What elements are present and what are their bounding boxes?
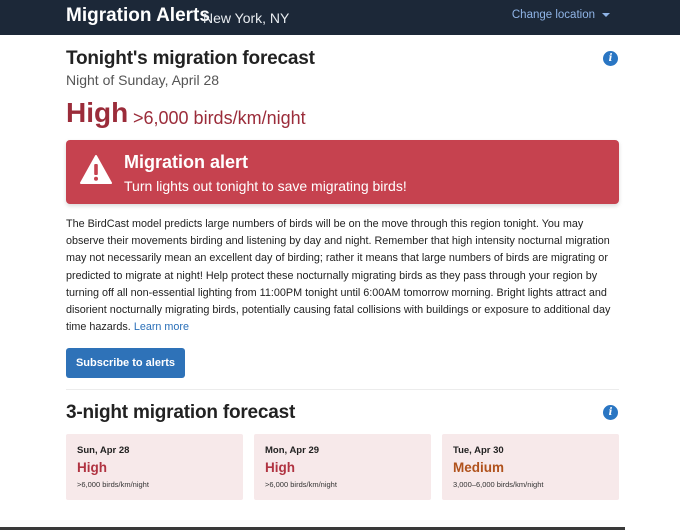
description-text: The BirdCast model predicts large number… (66, 218, 611, 334)
forecast-date: Night of Sunday, April 28 (66, 72, 220, 88)
forecast-card: Sun, Apr 28 High >6,000 birds/km/night (66, 434, 243, 500)
migration-alert-banner: Migration alert Turn lights out tonight … (66, 140, 619, 204)
card-day: Sun, Apr 28 (77, 445, 130, 456)
alert-message: Turn lights out tonight to save migratin… (124, 178, 407, 194)
top-navbar: Migration Alerts New York, NY Change loc… (0, 0, 680, 35)
current-region: New York, NY (203, 10, 290, 26)
forecast-card: Tue, Apr 30 Medium 3,000–6,000 birds/km/… (442, 434, 619, 500)
card-level: High (77, 460, 107, 475)
change-location-dropdown[interactable]: Change location (512, 9, 610, 21)
alert-title: Migration alert (124, 152, 249, 172)
card-range: >6,000 birds/km/night (265, 480, 337, 489)
card-level: High (265, 460, 295, 475)
three-night-forecast-title: 3-night migration forecast (66, 402, 296, 423)
chevron-down-icon (602, 13, 610, 17)
tonight-forecast-title: Tonight's migration forecast (66, 48, 315, 69)
info-icon[interactable]: i (603, 51, 618, 66)
card-day: Mon, Apr 29 (265, 445, 320, 456)
forecast-level: High (66, 97, 129, 128)
section-divider (66, 389, 619, 390)
forecast-description: The BirdCast model predicts large number… (66, 216, 619, 336)
info-icon[interactable]: i (603, 405, 618, 420)
card-range: 3,000–6,000 birds/km/night (453, 480, 544, 489)
warning-triangle-icon (80, 155, 112, 184)
card-range: >6,000 birds/km/night (77, 480, 149, 489)
card-level: Medium (453, 460, 505, 475)
forecast-card: Mon, Apr 29 High >6,000 birds/km/night (254, 434, 431, 500)
subscribe-button[interactable]: Subscribe to alerts (66, 348, 185, 378)
change-location-label: Change location (511, 9, 595, 21)
card-day: Tue, Apr 30 (453, 445, 504, 456)
app-brand[interactable]: Migration Alerts (66, 5, 210, 27)
forecast-range: >6,000 birds/km/night (133, 108, 306, 128)
learn-more-link[interactable]: Learn more (134, 321, 189, 333)
